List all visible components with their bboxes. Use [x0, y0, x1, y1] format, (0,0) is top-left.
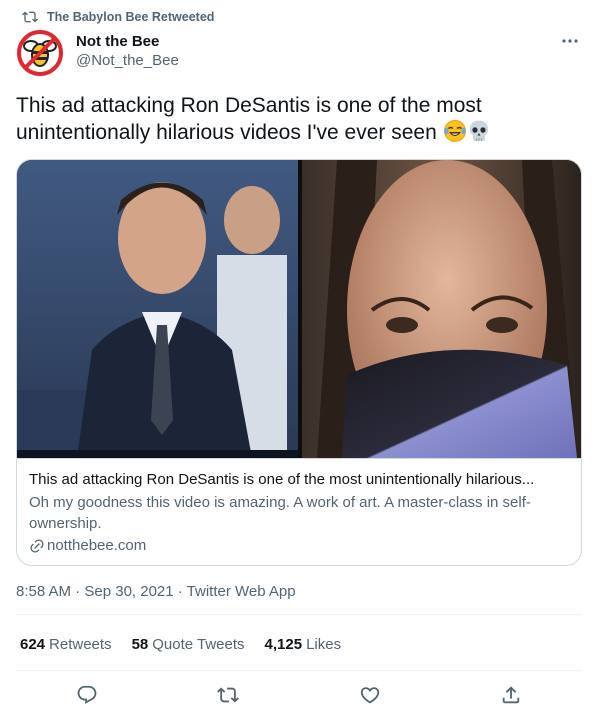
more-options-button[interactable]	[558, 31, 582, 51]
retweet-icon	[22, 11, 38, 23]
user-handle[interactable]: @Not_the_Bee	[76, 51, 179, 71]
tweet-actions	[16, 682, 582, 708]
card-domain: notthebee.com	[29, 536, 569, 556]
retweet-label: The Babylon Bee Retweeted	[47, 10, 215, 24]
not-the-bee-logo	[16, 29, 64, 77]
display-name[interactable]: Not the Bee	[76, 33, 179, 51]
share-button[interactable]	[499, 683, 523, 707]
card-image[interactable]	[17, 160, 581, 458]
share-icon	[503, 686, 520, 704]
link-card[interactable]: This ad attacking Ron DeSantis is one of…	[16, 159, 582, 566]
reply-icon	[77, 685, 97, 704]
tweet-text: This ad attacking Ron DeSantis is one of…	[16, 92, 576, 146]
quote-tweets-count: 58	[131, 636, 149, 653]
link-icon	[30, 539, 44, 553]
card-description: Oh my goodness this video is amazing. A …	[29, 494, 531, 532]
retweets-stat[interactable]: 624 Retweets	[20, 636, 112, 653]
card-body: This ad attacking Ron DeSantis is one of…	[17, 458, 581, 556]
likes-stat[interactable]: 4,125 Likes	[265, 636, 342, 653]
retweets-count: 624	[20, 636, 46, 653]
card-thumbnail	[17, 160, 581, 458]
retweet-icon	[217, 687, 240, 703]
skull-icon	[469, 120, 488, 141]
retweet-button[interactable]	[216, 683, 240, 707]
like-button[interactable]	[358, 683, 382, 707]
avatar[interactable]	[16, 29, 64, 77]
retweet-header[interactable]: The Babylon Bee Retweeted	[22, 8, 214, 26]
more-icon	[562, 39, 578, 43]
card-title: This ad attacking Ron DeSantis is one of…	[29, 471, 535, 488]
quote-tweets-stat[interactable]: 58 Quote Tweets	[132, 636, 245, 653]
likes-label: Likes	[306, 636, 342, 653]
quote-tweets-label: Quote Tweets	[152, 636, 245, 653]
tweet-author: Not the Bee @Not_the_Bee	[16, 29, 582, 77]
tweet-body: This ad attacking Ron DeSantis is one of…	[16, 94, 482, 144]
retweets-label: Retweets	[49, 636, 112, 653]
tweet-timestamp[interactable]: 8:58 AM · Sep 30, 2021 · Twitter Web App	[16, 583, 296, 600]
card-domain-text: notthebee.com	[47, 537, 147, 554]
tweet-stats: 624 Retweets 58 Quote Tweets 4,125 Likes	[20, 636, 361, 653]
like-icon	[360, 687, 379, 704]
divider	[16, 670, 582, 671]
face-with-tears-of-joy-icon	[443, 120, 466, 142]
reply-button[interactable]	[75, 683, 99, 707]
likes-count: 4,125	[264, 636, 303, 653]
divider	[16, 614, 582, 615]
